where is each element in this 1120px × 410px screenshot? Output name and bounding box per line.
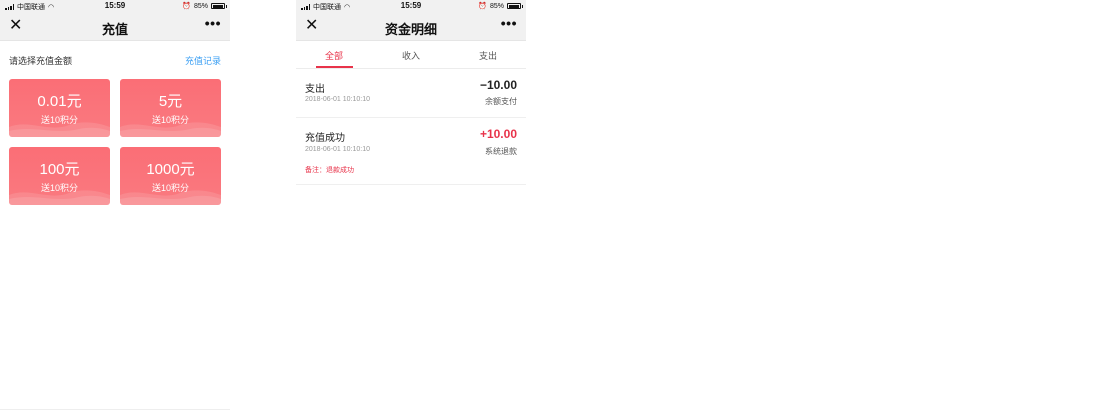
amount-card-3[interactable]: 1000元 送10积分 bbox=[120, 147, 221, 205]
alarm-icon: ⏰ bbox=[478, 3, 487, 10]
status-bar: 中国联通 ◠ 15:59 ⏰ 85% bbox=[0, 0, 230, 13]
wave-decoration bbox=[120, 190, 221, 205]
transaction-date: 2018-06-01 10:10:10 bbox=[305, 146, 370, 153]
amount-grid: 0.01元 送10积分 5元 送10积分 100元 送10积分 1000元 送1… bbox=[9, 79, 221, 205]
filter-tabs: 全部 收入 支出 bbox=[296, 41, 526, 69]
transaction-method: 系统退款 bbox=[485, 147, 517, 156]
transaction-title: 支出 bbox=[305, 84, 325, 95]
amount-value: 100元 bbox=[39, 161, 80, 178]
wave-decoration bbox=[9, 122, 110, 137]
amount-value: 0.01元 bbox=[37, 93, 82, 110]
amount-card-1[interactable]: 5元 送10积分 bbox=[120, 79, 221, 137]
recharge-screen: 中国联通 ◠ 15:59 ⏰ 85% ✕ 充值 ••• 请选择充值金额 充值记录… bbox=[0, 0, 230, 410]
nav-bar: ✕ 资金明细 ••• bbox=[296, 13, 526, 41]
wave-decoration bbox=[120, 122, 221, 137]
recharge-record-link[interactable]: 充值记录 bbox=[185, 54, 221, 67]
tab-all[interactable]: 全部 bbox=[304, 49, 364, 62]
more-icon[interactable]: ••• bbox=[205, 15, 221, 31]
fund-detail-screen: 中国联通 ◠ 15:59 ⏰ 85% ✕ 资金明细 ••• 全部 收入 支出 支… bbox=[296, 0, 526, 186]
battery-icon bbox=[211, 3, 227, 9]
transaction-row[interactable]: 充值成功 2018-06-01 10:10:10 +10.00 系统退款 备注：… bbox=[296, 118, 526, 185]
transaction-row[interactable]: 支出 2018-06-01 10:10:10 −10.00 余额支付 bbox=[296, 68, 526, 118]
more-icon[interactable]: ••• bbox=[501, 15, 517, 31]
status-right: ⏰ 85% bbox=[182, 2, 227, 10]
battery-percent: 85% bbox=[489, 2, 504, 10]
status-bar: 中国联通 ◠ 15:59 ⏰ 85% bbox=[296, 0, 526, 13]
page-title: 资金明细 bbox=[384, 22, 437, 37]
amount-value: 1000元 bbox=[146, 161, 195, 178]
choose-amount-label: 请选择充值金额 bbox=[9, 56, 73, 66]
amount-card-0[interactable]: 0.01元 送10积分 bbox=[9, 79, 110, 137]
transaction-title: 充值成功 bbox=[305, 133, 345, 144]
alarm-icon: ⏰ bbox=[182, 3, 191, 10]
transaction-amount: −10.00 bbox=[479, 78, 517, 92]
page-title: 充值 bbox=[101, 22, 128, 37]
amount-header: 请选择充值金额 充值记录 bbox=[0, 41, 230, 79]
transaction-method: 余额支付 bbox=[485, 97, 517, 106]
transaction-amount: +10.00 bbox=[479, 127, 517, 141]
status-right: ⏰ 85% bbox=[478, 2, 523, 10]
battery-icon bbox=[507, 3, 523, 9]
battery-percent: 85% bbox=[193, 2, 208, 10]
transaction-note: 备注：退款成功 bbox=[305, 167, 354, 174]
amount-card-2[interactable]: 100元 送10积分 bbox=[9, 147, 110, 205]
amount-value: 5元 bbox=[158, 93, 183, 110]
tab-expense[interactable]: 支出 bbox=[458, 49, 518, 62]
transaction-date: 2018-06-01 10:10:10 bbox=[305, 96, 370, 103]
tab-income[interactable]: 收入 bbox=[381, 49, 441, 62]
nav-bar: ✕ 充值 ••• bbox=[0, 13, 230, 41]
wave-decoration bbox=[9, 190, 110, 205]
